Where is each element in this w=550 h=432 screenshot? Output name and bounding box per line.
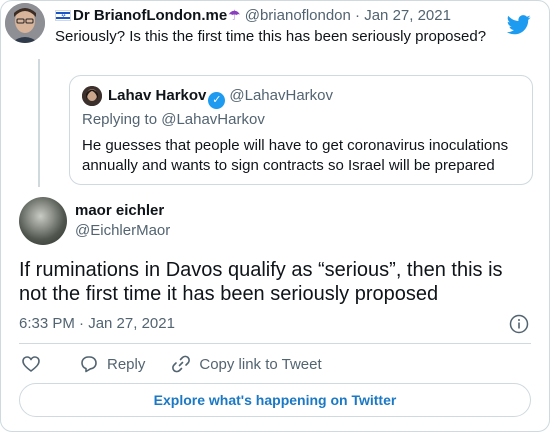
copy-link-label: Copy link to Tweet xyxy=(199,355,322,373)
main-avatar[interactable] xyxy=(19,197,67,245)
replying-to[interactable]: Replying to @LahavHarkov xyxy=(82,110,265,130)
umbrella-icon: ☂ xyxy=(228,7,241,23)
main-display-name[interactable]: maor eichler xyxy=(75,201,164,221)
verified-badge-icon: ✓ xyxy=(208,92,226,109)
twitter-bird-icon[interactable] xyxy=(507,15,531,35)
parent-handle[interactable]: @brianoflondon xyxy=(245,7,351,24)
quoted-tweet-text: He guesses that people will have to get … xyxy=(82,137,509,174)
info-icon[interactable] xyxy=(509,314,529,334)
tweet-actions: Reply Copy link to Tweet xyxy=(21,354,322,374)
quoted-handle[interactable]: @LahavHarkov xyxy=(229,87,333,104)
parent-date[interactable]: Jan 27, 2021 xyxy=(364,7,451,24)
tweet-embed-card: ✡ Dr BrianofLondon.me☂ @brianoflondon · Ja… xyxy=(0,0,550,432)
tweet-timestamp[interactable]: 6:33 PM · Jan 27, 2021 xyxy=(19,314,175,334)
link-icon xyxy=(172,355,191,373)
divider xyxy=(19,343,531,344)
parent-display-name[interactable]: Dr BrianofLondon.me xyxy=(73,7,227,24)
reply-label: Reply xyxy=(107,355,146,373)
reply-button[interactable]: Reply xyxy=(79,354,145,374)
quoted-header: Lahav Harkov ✓ @LahavHarkov xyxy=(108,86,333,109)
main-tweet-text: If ruminations in Davos qualify as “seri… xyxy=(19,259,503,305)
like-button[interactable] xyxy=(21,354,49,374)
quoted-avatar[interactable] xyxy=(82,86,102,106)
explore-twitter-button[interactable]: Explore what's happening on Twitter xyxy=(19,383,531,417)
main-handle[interactable]: @EichlerMaor xyxy=(75,221,170,241)
reply-icon xyxy=(81,356,97,373)
parent-header: ✡ Dr BrianofLondon.me☂ @brianoflondon · Ja… xyxy=(55,5,451,26)
thread-line xyxy=(38,59,40,187)
parent-separator: · xyxy=(355,7,361,24)
parent-tweet-text: Seriously? Is this the first time this h… xyxy=(55,28,487,45)
quoted-display-name[interactable]: Lahav Harkov xyxy=(108,87,206,104)
heart-icon xyxy=(22,356,40,372)
quoted-tweet[interactable]: Lahav Harkov ✓ @LahavHarkov Replying to @L… xyxy=(69,75,533,185)
israel-flag-icon: ✡ xyxy=(55,10,71,21)
parent-avatar[interactable] xyxy=(5,3,45,43)
copy-link-button[interactable]: Copy link to Tweet xyxy=(171,354,322,374)
